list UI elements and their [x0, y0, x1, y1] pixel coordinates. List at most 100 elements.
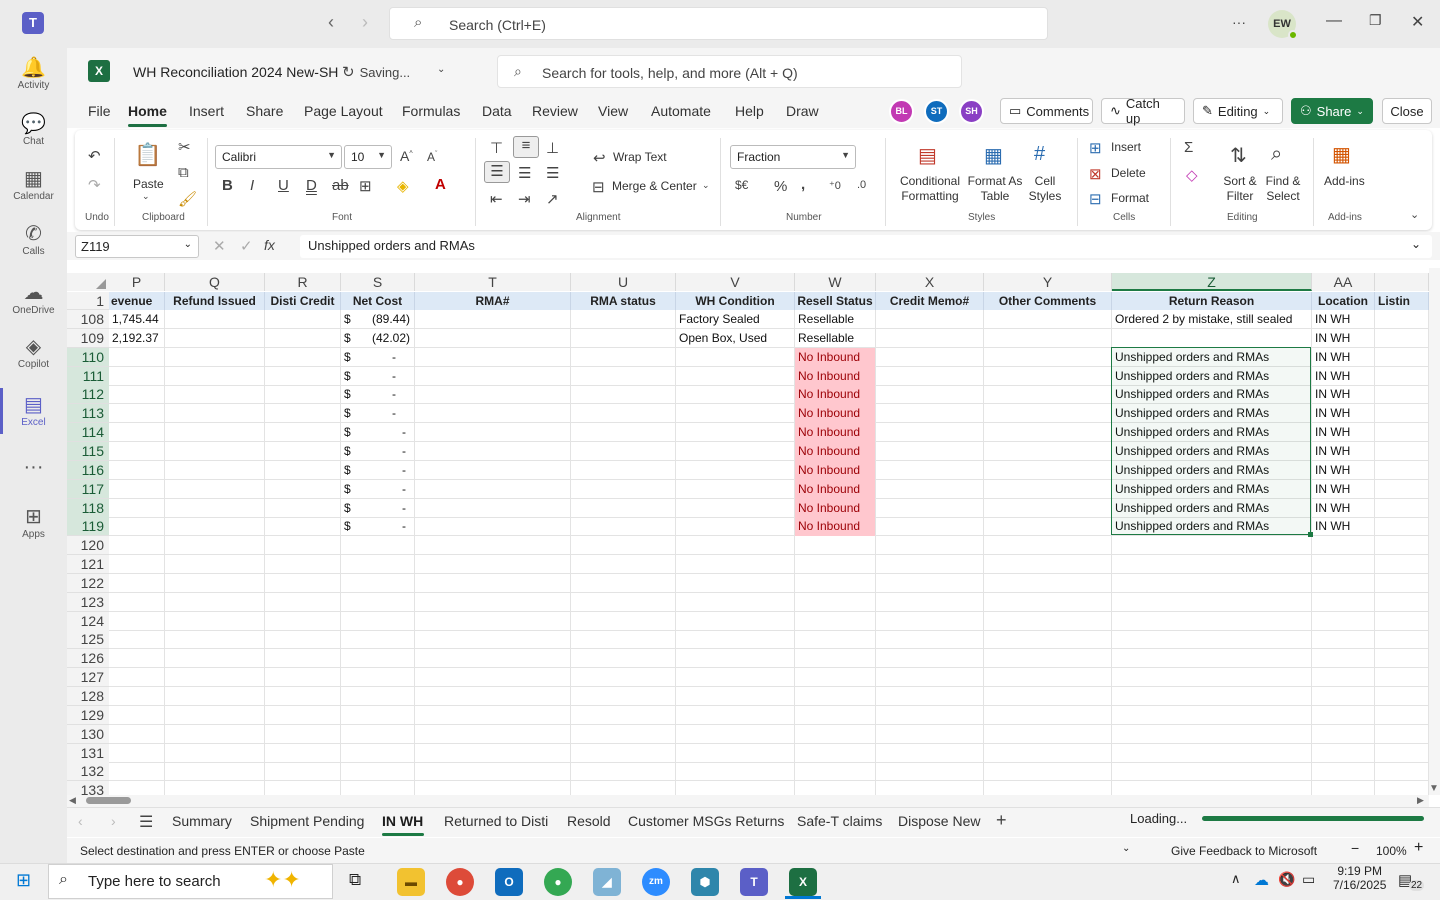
sheet-tab-summary[interactable]: Summary — [172, 813, 232, 829]
user-avatar[interactable]: EW — [1268, 10, 1298, 40]
cell-s115-currency[interactable]: $ — [341, 442, 361, 461]
vertical-scrollbar[interactable] — [1429, 268, 1440, 795]
column-header-y[interactable]: Y — [984, 273, 1112, 291]
cell-w114[interactable]: No Inbound — [795, 423, 875, 442]
header-cell-r[interactable]: Disti Credit — [265, 292, 341, 310]
cell-aa115[interactable]: IN WH — [1312, 442, 1374, 461]
insert-function-icon[interactable]: fx — [264, 237, 275, 253]
cell-s117-currency[interactable]: $ — [341, 480, 361, 499]
cell-s117[interactable]: - — [360, 480, 410, 499]
minimize-icon[interactable]: — — [1326, 12, 1342, 30]
cell-s108[interactable]: (89.44) — [360, 310, 410, 329]
menu-tab-draw[interactable]: Draw — [786, 103, 819, 119]
cell-w119[interactable]: No Inbound — [795, 517, 875, 536]
chevron-down-icon[interactable]: ⌄ — [702, 180, 710, 191]
paste-label[interactable]: Paste — [133, 177, 164, 191]
row-header-118[interactable]: 118 — [67, 499, 109, 518]
menu-tab-home[interactable]: Home — [128, 103, 167, 119]
cell-w108[interactable]: Resellable — [795, 310, 875, 329]
merge-center-icon[interactable]: ⊟ — [592, 178, 605, 196]
task-view-icon[interactable]: ⧉ — [349, 870, 361, 890]
file-explorer-icon[interactable]: ▬ — [397, 868, 425, 896]
collaborator-avatar[interactable]: ST — [924, 99, 949, 124]
column-header-q[interactable]: Q — [165, 273, 265, 291]
find-select-icon[interactable]: ⌕ — [1271, 143, 1282, 166]
fill-color-icon[interactable]: ◈ — [397, 177, 409, 195]
row-header-108[interactable]: 108 — [67, 310, 109, 329]
cell-v109[interactable]: Open Box, Used — [676, 329, 795, 348]
font-color-icon[interactable]: A — [435, 176, 446, 193]
cell-s119-currency[interactable]: $ — [341, 517, 361, 536]
rail-item-calls[interactable]: ✆ Calls — [0, 222, 67, 257]
volume-muted-icon[interactable]: 🔇 — [1278, 871, 1295, 888]
cell-aa109[interactable]: IN WH — [1312, 329, 1374, 348]
delete-cells-icon[interactable]: ⊠ — [1089, 165, 1102, 183]
rail-item-apps[interactable]: ⊞ Apps — [0, 505, 67, 540]
cell-w117[interactable]: No Inbound — [795, 480, 875, 499]
app-hex-icon[interactable]: ⬢ — [691, 868, 719, 896]
rail-item-copilot[interactable]: ◈ Copilot — [0, 335, 67, 370]
font-name-select[interactable]: Calibri ▼ — [215, 145, 342, 169]
zoom-out-icon[interactable]: − — [1351, 840, 1359, 856]
column-header-p[interactable]: P — [109, 273, 165, 291]
cell-w113[interactable]: No Inbound — [795, 404, 875, 423]
row-header-128[interactable]: 128 — [67, 687, 109, 706]
sheet-tab-customer-msgs-returns[interactable]: Customer MSGs Returns — [628, 813, 784, 829]
zoom-in-icon[interactable]: + — [1414, 839, 1423, 857]
cell-aa119[interactable]: IN WH — [1312, 517, 1374, 536]
cell-aa110[interactable]: IN WH — [1312, 348, 1374, 367]
next-sheet-icon[interactable]: › — [111, 813, 116, 829]
cancel-formula-icon[interactable]: ✕ — [213, 237, 226, 255]
header-cell-s[interactable]: Net Cost — [341, 292, 415, 310]
column-header-x[interactable]: X — [876, 273, 984, 291]
font-size-select[interactable]: 10 ▼ — [344, 145, 392, 169]
orientation-icon[interactable]: ↗ — [546, 190, 559, 208]
align-center-icon[interactable]: ☰ — [518, 164, 531, 182]
sheet-tab-safe-t-claims[interactable]: Safe-T claims — [797, 813, 882, 829]
currency-icon[interactable]: $€ — [735, 178, 748, 192]
menu-tab-help[interactable]: Help — [735, 103, 764, 119]
format-cells-icon[interactable]: ⊟ — [1089, 190, 1102, 208]
teams-search-box[interactable]: ⌕ Search (Ctrl+E) — [389, 7, 1048, 40]
format-cells-button[interactable]: Format — [1111, 191, 1149, 205]
outlook-icon[interactable]: O — [495, 868, 523, 896]
rail-item-activity[interactable]: 🔔 Activity — [0, 56, 67, 91]
sheet-tab-in-wh[interactable]: IN WH — [382, 813, 423, 829]
align-left-icon[interactable]: ☰ — [484, 161, 510, 183]
column-header-z[interactable]: Z — [1112, 273, 1312, 291]
cell-w109[interactable]: Resellable — [795, 329, 875, 348]
conditional-formatting-button[interactable]: Conditional Formatting — [899, 174, 961, 204]
header-cell-p[interactable]: evenue — [109, 292, 165, 310]
column-header-s[interactable]: S — [341, 273, 415, 291]
row-header-119[interactable]: 119 — [67, 517, 109, 536]
cell-s118-currency[interactable]: $ — [341, 499, 361, 518]
document-title[interactable]: WH Reconciliation 2024 New-SH — [133, 64, 338, 80]
paste-dropdown-icon[interactable]: ⌄ — [142, 191, 150, 202]
strikethrough-icon[interactable]: ab — [332, 177, 349, 194]
more-options-icon[interactable]: ··· — [1232, 14, 1246, 30]
wrap-text-icon[interactable]: ↩ — [593, 149, 606, 167]
row-header-120[interactable]: 120 — [67, 536, 109, 555]
column-header-u[interactable]: U — [571, 273, 676, 291]
cell-p108[interactable]: 1,745.44 — [109, 310, 165, 329]
collaborator-avatar[interactable]: SH — [959, 99, 984, 124]
cell-s110-currency[interactable]: $ — [341, 348, 361, 367]
menu-tab-review[interactable]: Review — [532, 103, 578, 119]
decrease-font-icon[interactable]: Aˇ — [427, 150, 437, 164]
title-dropdown-icon[interactable]: ⌄ — [437, 64, 445, 75]
row-header-132[interactable]: 132 — [67, 762, 109, 781]
row-header-111[interactable]: 111 — [67, 367, 109, 386]
decrease-indent-icon[interactable]: ⇤ — [490, 190, 503, 208]
show-hidden-icons-icon[interactable]: ∧ — [1231, 871, 1241, 887]
cell-s108-currency[interactable]: $ — [341, 310, 361, 329]
cell-s118[interactable]: - — [360, 499, 410, 518]
cell-s113-currency[interactable]: $ — [341, 404, 361, 423]
column-header-r[interactable]: R — [265, 273, 341, 291]
back-arrow-icon[interactable]: ‹ — [328, 12, 334, 33]
cell-s112-currency[interactable]: $ — [341, 385, 361, 404]
bold-icon[interactable]: B — [222, 177, 233, 194]
add-sheet-icon[interactable]: + — [996, 810, 1007, 831]
header-cell-aa[interactable]: Location — [1312, 292, 1375, 310]
cell-aa118[interactable]: IN WH — [1312, 499, 1374, 518]
cell-w118[interactable]: No Inbound — [795, 499, 875, 518]
